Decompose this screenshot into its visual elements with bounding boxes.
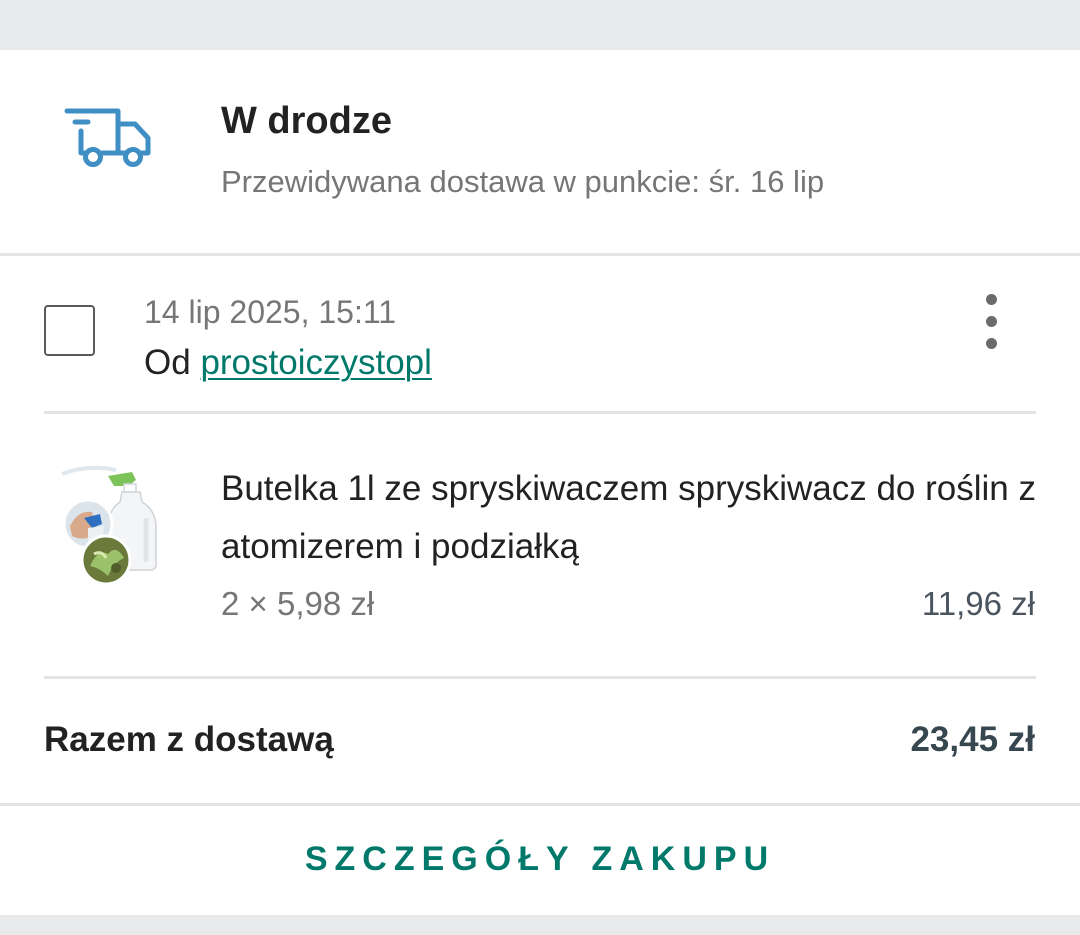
divider — [44, 676, 1036, 679]
delivery-status-section: W drodze Przewidywana dostawa w punkcie:… — [0, 50, 1080, 254]
seller-link[interactable]: prostoiczystopl — [200, 343, 431, 382]
status-title: W drodze — [221, 100, 392, 142]
product-title[interactable]: Butelka 1l ze spryskiwaczem spryskiwacz … — [221, 460, 1041, 576]
purchase-details-button[interactable]: SZCZEGÓŁY ZAKUPU — [0, 806, 1080, 912]
product-thumbnail[interactable] — [58, 462, 162, 590]
divider — [0, 253, 1080, 256]
estimated-delivery-text: Przewidywana dostawa w punkcie: śr. 16 l… — [221, 164, 825, 199]
order-select-checkbox[interactable] — [44, 305, 95, 356]
truck-icon — [64, 108, 151, 167]
line-total: 11,96 zł — [921, 585, 1035, 622]
total-label: Razem z dostawą — [44, 720, 334, 759]
seller-prefix: Od — [144, 343, 191, 382]
order-date: 14 lip 2025, 15:11 — [144, 294, 397, 330]
more-options-icon[interactable] — [972, 290, 1012, 354]
order-card: W drodze Przewidywana dostawa w punkcie:… — [0, 50, 1080, 915]
divider — [44, 411, 1036, 414]
quantity-price: 2 × 5,98 zł — [221, 585, 375, 622]
seller-line: Od prostoiczystopl — [144, 342, 432, 384]
total-value: 23,45 zł — [910, 720, 1035, 759]
